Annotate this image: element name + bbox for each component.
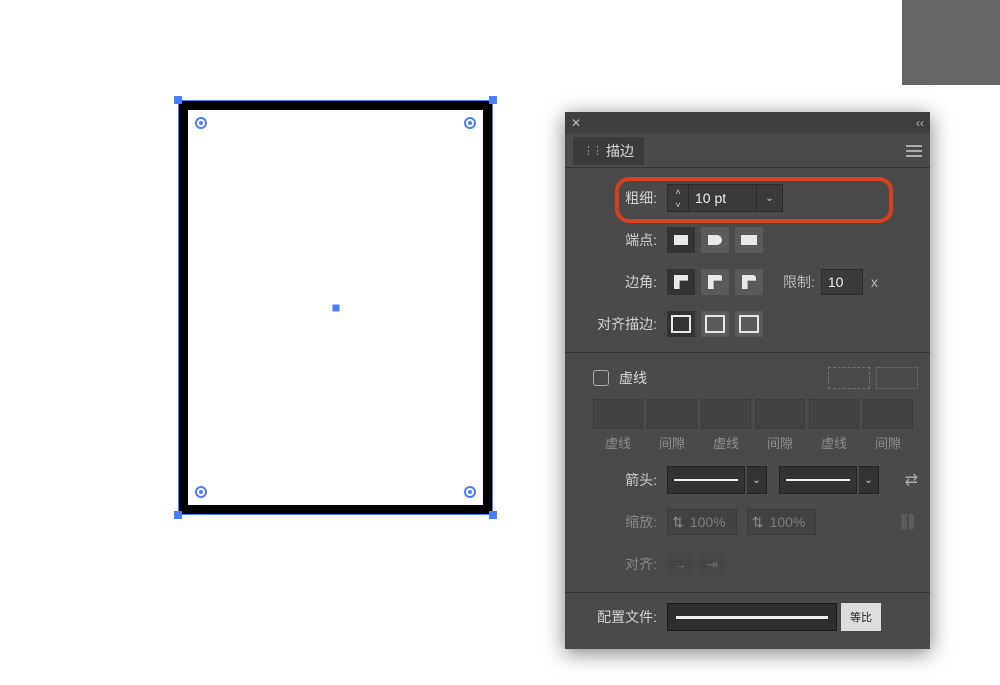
row-arrow-align: 对齐: → ⇥ <box>577 546 918 582</box>
gap-input[interactable] <box>755 399 805 429</box>
align-stroke-label: 对齐描边: <box>577 314 667 334</box>
join-round-button[interactable] <box>701 269 729 295</box>
selection-center[interactable] <box>332 304 339 311</box>
cap-projecting-button[interactable] <box>735 227 763 253</box>
grip-icon: ⋮⋮ <box>583 144 601 157</box>
cap-label: 端点: <box>577 230 667 250</box>
divider <box>565 352 930 353</box>
selected-shape[interactable] <box>173 95 498 520</box>
dash-lab: 虚线 <box>809 433 859 452</box>
selection-handle-top-left[interactable] <box>174 96 182 104</box>
row-dashed: 虚线 <box>577 363 918 399</box>
align-stroke-outside-button[interactable] <box>735 311 763 337</box>
profile-label: 配置文件: <box>577 607 667 627</box>
tab-stroke[interactable]: ⋮⋮ 描边 <box>573 137 644 165</box>
divider <box>565 592 930 593</box>
row-arrowheads: 箭头: ⌄ ⌄ ⇄ <box>577 462 918 498</box>
join-bevel-button[interactable] <box>735 269 763 295</box>
weight-dropdown[interactable]: ⌄ <box>757 184 783 212</box>
artboard-edge <box>902 0 1000 85</box>
dash-input[interactable] <box>809 399 859 429</box>
weight-stepper[interactable]: ˄˅ <box>667 184 689 212</box>
row-scale: 缩放: ⇅100% ⇅100% ⛓ <box>577 504 918 540</box>
row-corner: 边角: 限制: 10 x <box>577 264 918 300</box>
cap-round-button[interactable] <box>701 227 729 253</box>
align-stroke-center-button[interactable] <box>667 311 695 337</box>
miter-label: 限制: <box>783 272 815 292</box>
corner-label: 边角: <box>577 272 667 292</box>
dash-lab: 间隙 <box>647 433 697 452</box>
dashed-checkbox[interactable] <box>593 370 609 386</box>
gap-input[interactable] <box>863 399 913 429</box>
scale-label: 缩放: <box>577 512 667 532</box>
link-icon[interactable]: ⛓ <box>898 512 918 532</box>
dash-align-a[interactable] <box>828 367 870 389</box>
arrow-align-extend-button[interactable]: → <box>667 553 693 575</box>
chevron-down-icon[interactable]: ˅ <box>668 198 688 211</box>
arrow-align-tip-button[interactable]: ⇥ <box>699 553 725 575</box>
weight-label: 粗细: <box>577 188 667 208</box>
dash-lab: 虚线 <box>701 433 751 452</box>
dash-lab: 间隙 <box>863 433 913 452</box>
weight-input[interactable]: 10 pt <box>689 184 757 212</box>
close-icon[interactable]: ✕ <box>571 116 581 130</box>
miter-suffix: x <box>871 274 878 290</box>
miter-limit-group: 限制: 10 x <box>783 269 878 295</box>
chevron-down-icon[interactable]: ⌄ <box>747 466 767 494</box>
selection-handle-bottom-right[interactable] <box>489 511 497 519</box>
row-profile: 配置文件: 等比 <box>577 603 918 631</box>
miter-input[interactable]: 10 <box>821 269 863 295</box>
dash-lab: 虚线 <box>593 433 643 452</box>
panel-titlebar[interactable]: ✕ ‹‹ <box>565 112 930 134</box>
row-weight: 粗细: ˄˅ 10 pt ⌄ <box>577 180 918 216</box>
scale-start-input[interactable]: ⇅100% <box>667 509 737 535</box>
anchor-point[interactable] <box>195 486 207 498</box>
scale-end-input[interactable]: ⇅100% <box>747 509 817 535</box>
dash-input[interactable] <box>593 399 643 429</box>
profile-uniform-button[interactable]: 等比 <box>841 603 881 631</box>
selection-handle-top-right[interactable] <box>489 96 497 104</box>
swap-arrowheads-icon[interactable]: ⇄ <box>905 470 918 490</box>
dash-input[interactable] <box>701 399 751 429</box>
row-cap: 端点: <box>577 222 918 258</box>
dash-gap-labels: 虚线 间隙 虚线 间隙 虚线 间隙 <box>593 433 918 452</box>
join-miter-button[interactable] <box>667 269 695 295</box>
arrow-label: 箭头: <box>577 470 667 490</box>
dash-align-b[interactable] <box>876 367 918 389</box>
selection-handle-bottom-left[interactable] <box>174 511 182 519</box>
row-align-stroke: 对齐描边: <box>577 306 918 342</box>
arrow-end-dropdown[interactable] <box>779 466 857 494</box>
panel-body: 粗细: ˄˅ 10 pt ⌄ 端点: 边角: 限制: 10 x 对齐描边: <box>565 168 930 649</box>
panel-tabs: ⋮⋮ 描边 <box>565 134 930 168</box>
collapse-icon[interactable]: ‹‹ <box>916 116 924 130</box>
tab-label: 描边 <box>606 141 634 161</box>
chevron-down-icon[interactable]: ⌄ <box>859 466 879 494</box>
arrow-align-label: 对齐: <box>577 554 667 574</box>
profile-dropdown[interactable] <box>667 603 837 631</box>
stroke-panel: ✕ ‹‹ ⋮⋮ 描边 粗细: ˄˅ 10 pt ⌄ 端点: 边角: <box>565 112 930 649</box>
arrow-start-dropdown[interactable] <box>667 466 745 494</box>
dash-align-buttons <box>828 367 918 389</box>
gap-input[interactable] <box>647 399 697 429</box>
dash-gap-inputs <box>593 399 918 429</box>
hamburger-icon[interactable] <box>906 145 922 157</box>
anchor-point[interactable] <box>195 117 207 129</box>
cap-butt-button[interactable] <box>667 227 695 253</box>
align-stroke-inside-button[interactable] <box>701 311 729 337</box>
dash-lab: 间隙 <box>755 433 805 452</box>
dashed-label: 虚线 <box>619 368 647 388</box>
chevron-up-icon[interactable]: ˄ <box>668 185 688 198</box>
anchor-point[interactable] <box>464 486 476 498</box>
anchor-point[interactable] <box>464 117 476 129</box>
